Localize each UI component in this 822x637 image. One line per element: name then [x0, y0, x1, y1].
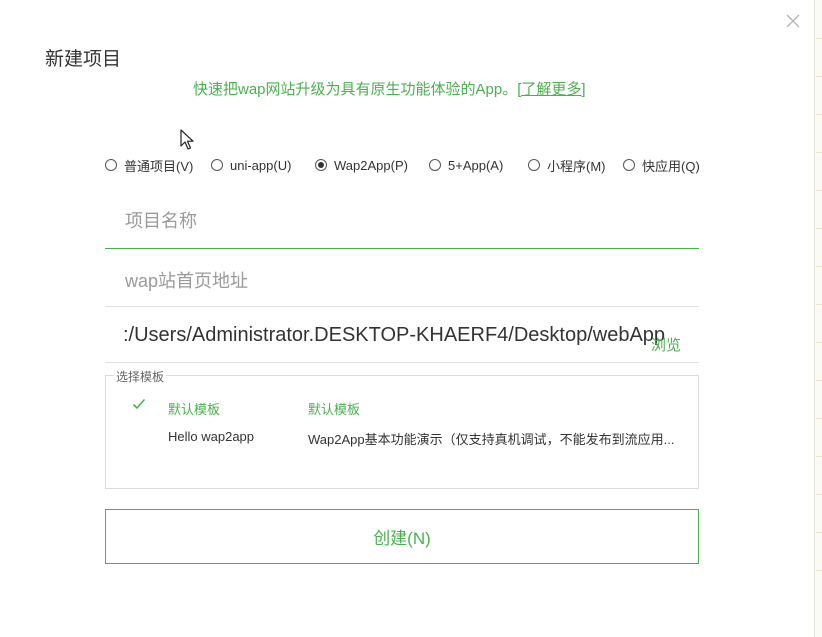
radio-normal-project[interactable]: 普通项目(V) [105, 156, 193, 174]
template-name: 默认模板 [168, 402, 221, 417]
radio-mini-program[interactable]: 小程序(M) [528, 156, 606, 174]
template-row-default[interactable]: 默认模板 默认模板 [106, 395, 698, 419]
project-location-field[interactable]: :/Users/Administrator.DESKTOP-KHAERF4/De… [105, 310, 699, 363]
radio-uni-app-dot [211, 159, 223, 171]
wap-url-input[interactable] [105, 256, 699, 306]
template-description: 默认模板 [308, 402, 361, 417]
template-legend: 选择模板 [114, 368, 167, 385]
mouse-cursor-icon [180, 129, 194, 156]
radio-wap2app-label: Wap2App(P) [334, 157, 408, 173]
new-project-dialog: 新建项目 快速把wap网站升级为具有原生功能体验的App。[了解更多] 普通项目… [0, 0, 815, 637]
radio-normal-project-dot [105, 159, 117, 171]
radio-5plus-app-dot [429, 159, 441, 171]
project-location-value: :/Users/Administrator.DESKTOP-KHAERF4/De… [123, 324, 666, 346]
radio-uni-app[interactable]: uni-app(U) [211, 156, 291, 174]
radio-normal-project-label: 普通项目(V) [124, 158, 194, 174]
template-selector: 选择模板 默认模板 默认模板 Hello wap2app Wap2App基本功能… [105, 368, 699, 489]
background-edge [816, 0, 822, 637]
template-name: Hello wap2app [168, 429, 255, 444]
subtitle-text: 快速把wap网站升级为具有原生功能体验的App。 [193, 81, 518, 98]
template-row-hello-wap2app[interactable]: Hello wap2app Wap2App基本功能演示（仅支持真机调试，不能发布… [106, 425, 698, 449]
radio-mini-program-label: 小程序(M) [547, 158, 606, 174]
dialog-subtitle: 快速把wap网站升级为具有原生功能体验的App。[了解更多] [193, 78, 586, 99]
dialog-title: 新建项目 [45, 49, 122, 70]
radio-quick-app-dot [623, 159, 635, 171]
radio-mini-program-dot [528, 159, 540, 171]
radio-wap2app[interactable]: Wap2App(P) [315, 156, 408, 174]
radio-wap2app-dot [315, 159, 327, 171]
template-description: Wap2App基本功能演示（仅支持真机调试，不能发布到流应用... [308, 432, 675, 447]
wap-url-field [105, 256, 699, 307]
radio-quick-app[interactable]: 快应用(Q) [623, 156, 700, 174]
radio-5plus-app-label: 5+App(A) [448, 157, 504, 173]
radio-uni-app-label: uni-app(U) [230, 157, 292, 173]
radio-quick-app-label: 快应用(Q) [642, 158, 700, 174]
close-icon[interactable] [784, 12, 802, 30]
project-name-input[interactable] [105, 195, 699, 248]
project-name-field [105, 195, 699, 249]
checkmark-icon [132, 398, 146, 413]
learn-more-link[interactable]: [了解更多] [517, 81, 585, 98]
browse-link[interactable]: 浏览 [651, 334, 681, 355]
radio-5plus-app[interactable]: 5+App(A) [429, 156, 503, 174]
create-button[interactable]: 创建(N) [105, 509, 699, 564]
